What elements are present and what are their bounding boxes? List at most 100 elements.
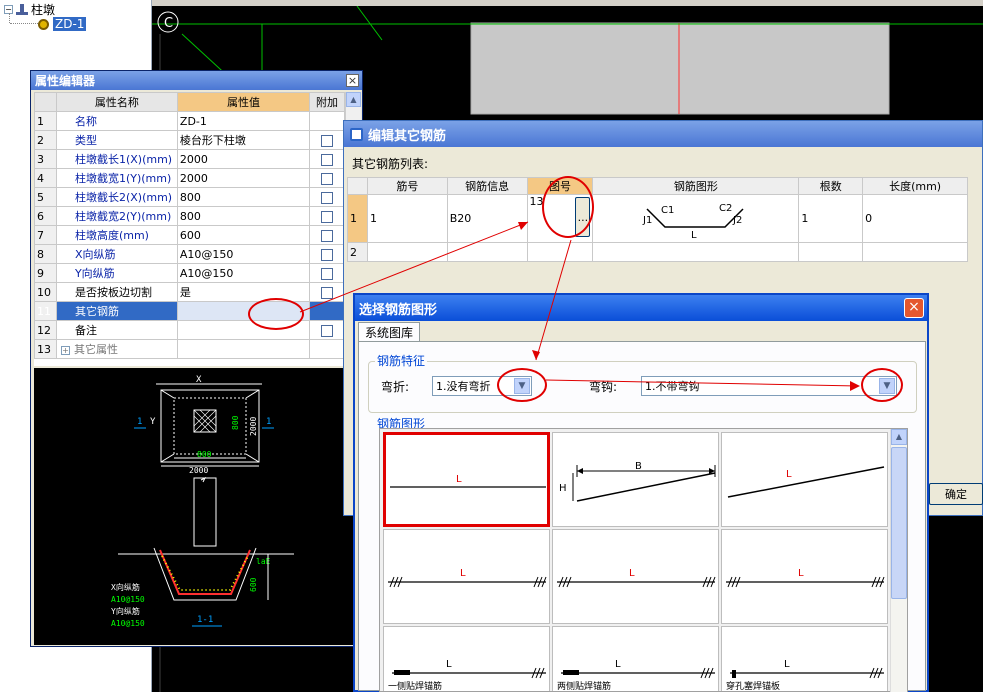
property-row[interactable]: 3 柱墩截长1(X)(mm) 2000 (34, 149, 345, 169)
header-num (34, 92, 57, 112)
rebar-editor-titlebar[interactable]: 编辑其它钢筋 (344, 121, 982, 147)
dim-left-1: 1 (137, 417, 142, 427)
property-value[interactable] (176, 339, 311, 359)
table-row[interactable]: 2 (347, 242, 968, 262)
property-editor-titlebar[interactable]: 属性编辑器 (31, 71, 362, 90)
property-row[interactable]: 13 + 其它属性 (34, 339, 345, 359)
shape-option-8[interactable]: L 两侧贴焊锚筋 (552, 626, 719, 691)
scroll-up-icon[interactable]: ▲ (346, 92, 361, 107)
cell-bar-no[interactable] (366, 242, 448, 262)
table-row[interactable]: 1 1 B20 13 ... C1 C2 J1 J2 L 1 0 (347, 194, 968, 243)
property-row[interactable]: 10 是否按板边切割是 (34, 282, 345, 302)
shape-label: L (456, 474, 462, 485)
section-label: 1-1 (197, 615, 213, 625)
property-value[interactable]: 800 (176, 187, 311, 207)
shape-option-1[interactable]: L (383, 432, 550, 527)
property-name: 其它属性 (73, 343, 118, 356)
property-value[interactable]: 是 (176, 282, 311, 302)
tab-system-library[interactable]: 系统图库 (358, 322, 420, 342)
extra-cell (309, 111, 345, 131)
shape-selector-titlebar[interactable]: 选择钢筋图形 (355, 295, 927, 321)
shape-label: L (629, 568, 635, 579)
tree-node-zd1[interactable]: ZD-1 (38, 16, 87, 32)
property-value[interactable]: ZD-1 (176, 111, 311, 131)
window-title: 属性编辑器 (35, 74, 96, 88)
cell-figure-no[interactable] (526, 242, 594, 262)
hook-select[interactable]: 1.不带弯钩 ▼ (641, 376, 897, 396)
ok-button[interactable]: 确定 (929, 483, 983, 505)
tree-node-root[interactable]: − 柱墩 (4, 1, 55, 17)
extra-cell (309, 263, 345, 283)
property-row[interactable]: 5 柱墩截长2(X)(mm) 800 (34, 187, 345, 207)
shape-option-6[interactable]: L (721, 529, 888, 624)
extra-checkbox[interactable] (321, 248, 334, 261)
hook-value: 1.不带弯钩 (645, 380, 700, 393)
scroll-up-icon[interactable]: ▲ (891, 429, 907, 445)
cell-count[interactable]: 1 (798, 194, 864, 243)
cell-bar-no[interactable]: 1 (366, 194, 448, 243)
cell-info[interactable]: B20 (446, 194, 528, 243)
property-value[interactable]: 600 (176, 225, 311, 245)
property-row[interactable]: 2 类型 棱台形下柱墩 (34, 130, 345, 150)
row-num: 2 (34, 130, 57, 150)
property-value[interactable]: A10@150 (176, 263, 311, 283)
shape-label: L (615, 659, 621, 670)
gallery-scrollbar[interactable]: ▲ (890, 429, 907, 692)
cad-toolbar-strip (152, 0, 983, 6)
header-bar-no: 筋号 (366, 177, 448, 195)
property-row[interactable]: 9 Y向纵筋 A10@150 (34, 263, 345, 283)
header-figure: 钢筋图形 (592, 177, 800, 195)
app-icon (350, 127, 363, 141)
cell-info[interactable] (446, 242, 528, 262)
shape-option-9[interactable]: L 穿孔塞焊锚板 (721, 626, 888, 692)
property-row[interactable]: 7 柱墩高度(mm) 600 (34, 225, 345, 245)
property-value[interactable]: 2000 (176, 168, 311, 188)
extra-cell (309, 225, 345, 245)
scroll-thumb[interactable] (891, 447, 907, 599)
row-num: 12 (34, 320, 57, 340)
property-value[interactable]: 800 (176, 206, 311, 226)
header-extra: 附加 (309, 92, 345, 112)
shape-option-4[interactable]: L (383, 529, 550, 624)
shape-option-5[interactable]: L (552, 529, 719, 624)
extra-checkbox[interactable] (321, 191, 334, 204)
cell-count[interactable] (798, 242, 864, 262)
extra-checkbox[interactable] (321, 134, 334, 147)
property-value[interactable]: 2000 (176, 149, 311, 169)
row-num: 2 (347, 242, 368, 262)
property-row[interactable]: 6 柱墩截宽2(Y)(mm) 800 (34, 206, 345, 226)
property-row[interactable]: 1 名称 ZD-1 (34, 111, 345, 131)
tree-node-label: ZD-1 (53, 17, 87, 31)
window-title: 选择钢筋图形 (359, 302, 438, 318)
extra-checkbox[interactable] (321, 324, 334, 337)
expand-icon[interactable]: + (60, 346, 70, 355)
extra-checkbox[interactable] (321, 286, 334, 299)
shape-caption: 穿孔塞焊锚板 (726, 680, 780, 692)
bend-label: 弯折: (381, 380, 410, 394)
property-row[interactable]: 4 柱墩截宽1(Y)(mm) 2000 (34, 168, 345, 188)
extra-cell (309, 168, 345, 188)
property-value[interactable]: A10@150 (176, 244, 311, 264)
extra-checkbox[interactable] (321, 267, 334, 280)
row-num: 5 (34, 187, 57, 207)
property-value[interactable]: 棱台形下柱墩 (176, 130, 311, 150)
shape-caption: 一侧贴焊锚筋 (388, 680, 442, 692)
rebar-list-label: 其它钢筋列表: (352, 157, 429, 171)
property-row[interactable]: 8 X向纵筋 A10@150 (34, 244, 345, 264)
shape-option-3[interactable]: L (721, 432, 888, 527)
shape-option-7[interactable]: L 一侧贴焊锚筋 (383, 626, 550, 692)
close-icon[interactable]: × (346, 74, 359, 87)
cell-length[interactable]: 0 (862, 194, 968, 243)
dim-outer-v: 2000 (249, 417, 258, 436)
extra-checkbox[interactable] (321, 153, 334, 166)
cell-figure: C1 C2 J1 J2 L (592, 194, 800, 243)
cell-length[interactable] (862, 242, 968, 262)
extra-checkbox[interactable] (321, 210, 334, 223)
close-icon[interactable]: × (904, 298, 924, 318)
shape-option-2[interactable]: BH (552, 432, 719, 527)
extra-checkbox[interactable] (321, 172, 334, 185)
extra-checkbox[interactable] (321, 229, 334, 242)
shape-label-h: H (559, 483, 567, 494)
property-name: 其它钢筋 (55, 301, 178, 321)
property-name: 柱墩截宽1(Y)(mm) (55, 168, 178, 188)
